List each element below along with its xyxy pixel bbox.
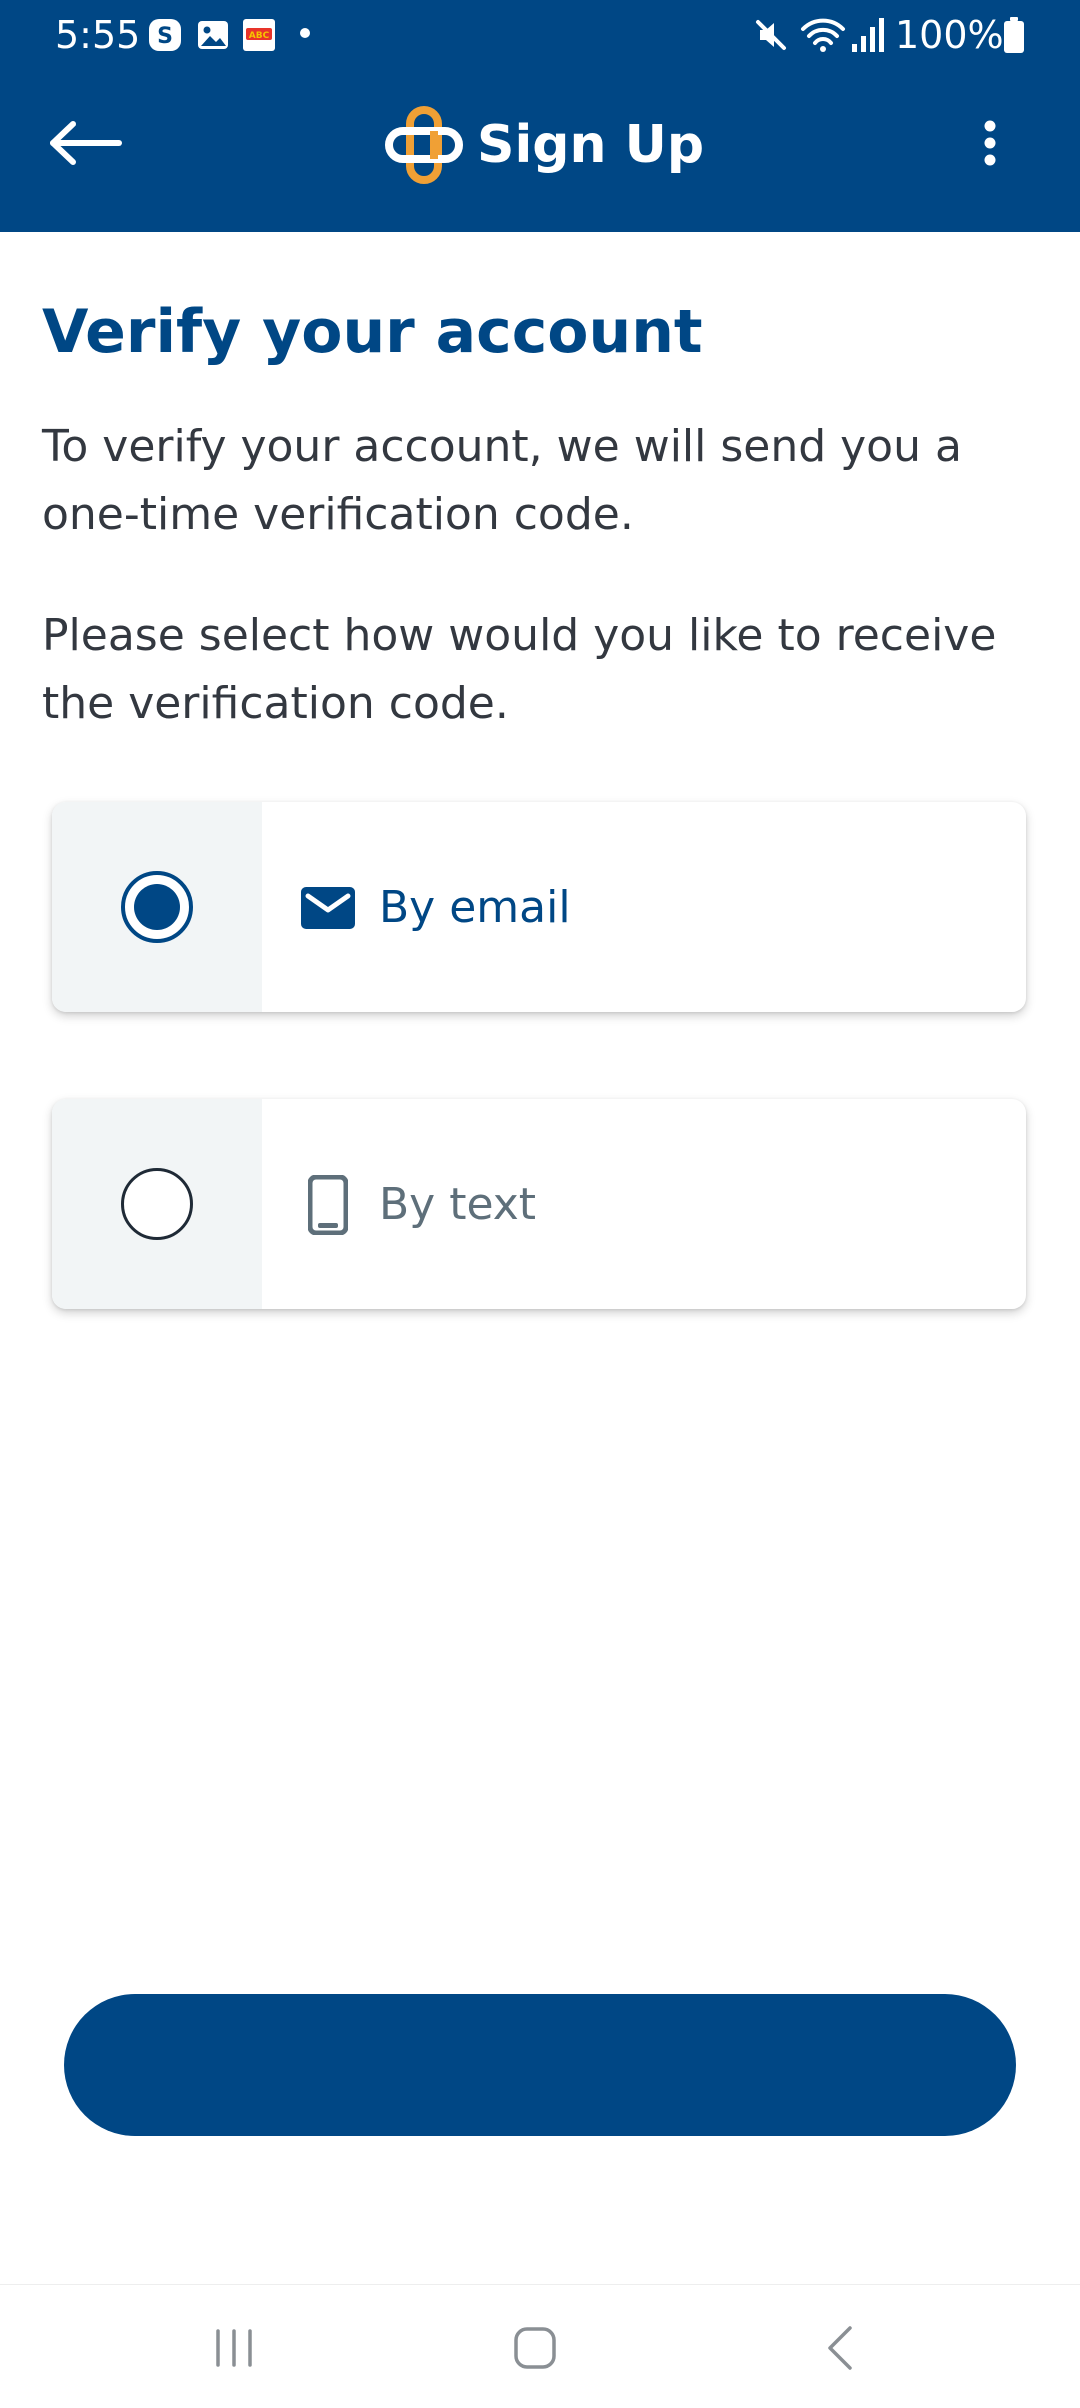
cross-logo-icon <box>385 106 463 184</box>
home-button[interactable] <box>495 2313 575 2383</box>
system-back-button[interactable] <box>800 2313 880 2383</box>
status-time: 5:55 <box>55 13 141 57</box>
gallery-icon <box>198 21 228 49</box>
mute-icon <box>756 20 786 50</box>
continue-button[interactable] <box>64 1994 1016 2136</box>
radio-email[interactable] <box>121 871 193 943</box>
status-bar: 5:55 S ABC 100% <box>0 0 1080 70</box>
s-app-icon: S <box>149 19 181 51</box>
intro-paragraph: To verify your account, we will send you… <box>42 421 962 540</box>
radio-cell <box>52 802 262 1012</box>
wifi-icon <box>801 18 845 52</box>
header: 5:55 S ABC 100% Sign Up <box>0 0 1080 232</box>
recents-icon <box>216 2329 252 2367</box>
back-icon <box>828 2326 852 2370</box>
option-label-text: By text <box>379 1179 537 1230</box>
home-icon <box>514 2327 556 2369</box>
app-title: Sign Up <box>477 115 705 175</box>
radio-cell <box>52 1099 262 1309</box>
more-vertical-icon <box>984 120 996 165</box>
instruction-paragraph: Please select how would you like to rece… <box>42 610 997 729</box>
battery-icon <box>1004 17 1024 53</box>
battery-percent: 100% <box>895 13 1004 57</box>
screen: 5:55 S ABC 100% Sign Up Verify your acco… <box>0 0 1080 2408</box>
back-button[interactable] <box>40 105 130 180</box>
email-icon <box>292 872 364 944</box>
app-notification-icon: ABC <box>243 19 275 51</box>
recents-button[interactable] <box>194 2313 274 2383</box>
navigation-bar <box>0 2284 1080 2408</box>
notification-dot <box>300 28 310 38</box>
option-label-email: By email <box>379 882 571 933</box>
page-title: Verify your account <box>42 297 703 367</box>
svg-text:ABC: ABC <box>249 31 270 41</box>
radio-selected-dot <box>134 884 180 930</box>
signal-icon <box>852 18 884 52</box>
option-by-email[interactable]: By email <box>52 802 1026 1012</box>
radio-text[interactable] <box>121 1168 193 1240</box>
arrow-left-icon <box>50 120 122 165</box>
svg-text:S: S <box>157 24 173 49</box>
brand: Sign Up <box>385 100 704 190</box>
app-bar: Sign Up <box>0 70 1080 232</box>
more-options-button[interactable] <box>960 105 1020 180</box>
phone-icon <box>292 1169 364 1241</box>
option-by-text[interactable]: By text <box>52 1099 1026 1309</box>
